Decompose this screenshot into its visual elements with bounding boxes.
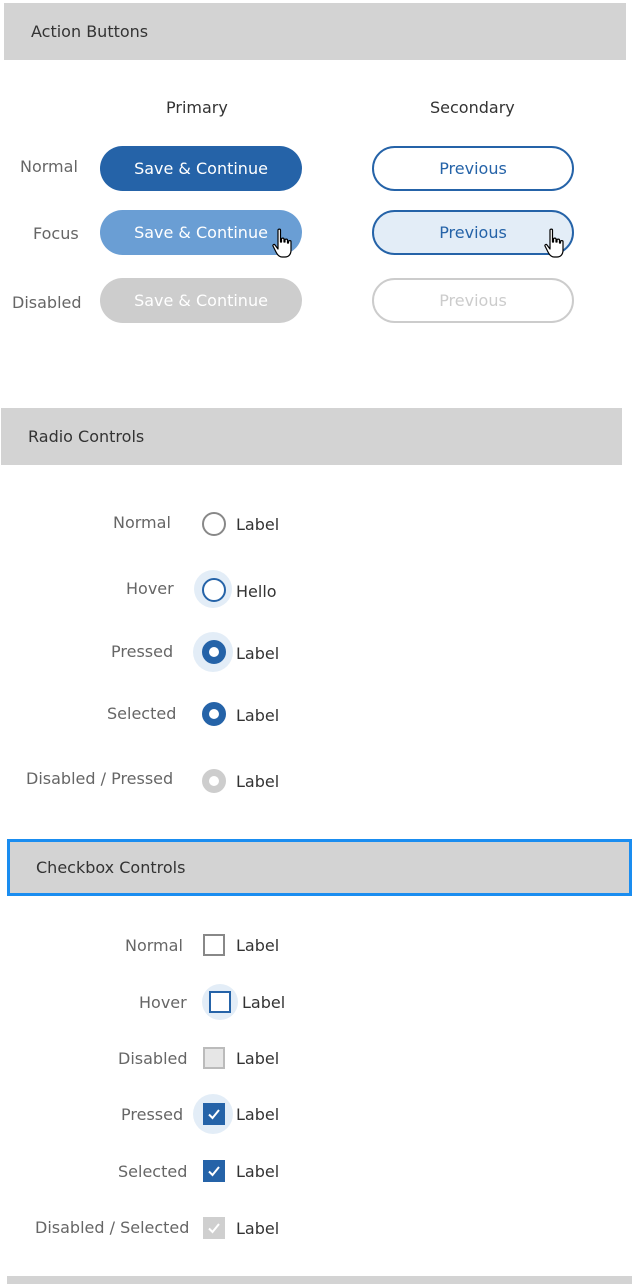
radio-label[interactable]: Label <box>236 706 279 725</box>
hand-pointer-icon <box>272 228 292 258</box>
radio-label[interactable]: Hello <box>236 582 277 601</box>
radio-button <box>202 769 226 793</box>
checkbox-state-label: Disabled <box>118 1049 188 1068</box>
checkbox-state-label: Normal <box>125 936 183 955</box>
section-header-action-buttons: Action Buttons <box>4 3 626 60</box>
checkbox <box>203 1217 225 1239</box>
checkbox-state-label: Disabled / Selected <box>35 1218 190 1237</box>
radio-state-label: Pressed <box>111 642 174 661</box>
checkmark-icon <box>208 1166 220 1177</box>
checkbox[interactable] <box>203 934 225 956</box>
section-title: Radio Controls <box>28 427 145 446</box>
save-continue-button-normal[interactable]: Save & Continue <box>100 146 302 191</box>
state-label-focus: Focus <box>33 224 79 243</box>
state-label-disabled: Disabled <box>12 293 82 312</box>
section-title: Action Buttons <box>31 22 149 41</box>
checkbox-label: Label <box>236 1219 280 1238</box>
column-header-primary: Primary <box>166 98 228 117</box>
checkbox-state-label: Hover <box>139 993 187 1012</box>
radio-button[interactable] <box>202 702 226 726</box>
checkbox-label: Label <box>236 1049 280 1068</box>
radio-state-label: Hover <box>126 579 174 598</box>
checkbox[interactable] <box>203 1103 225 1125</box>
radio-button[interactable] <box>202 578 226 602</box>
state-label-normal: Normal <box>20 157 78 176</box>
checkbox <box>203 1047 225 1069</box>
checkbox[interactable] <box>209 991 231 1013</box>
checkbox-label[interactable]: Label <box>236 1162 279 1181</box>
radio-state-label: Selected <box>107 704 177 723</box>
checkbox[interactable] <box>203 1160 225 1182</box>
section-header-checkbox-controls[interactable]: Checkbox Controls <box>7 839 632 896</box>
checkbox-label[interactable]: Label <box>236 1105 279 1124</box>
radio-state-label: Disabled / Pressed <box>26 769 174 788</box>
radio-label[interactable]: Label <box>236 515 279 534</box>
section-header-radio-controls: Radio Controls <box>1 408 622 465</box>
radio-state-label: Normal <box>113 513 171 532</box>
checkmark-icon <box>208 1109 220 1120</box>
previous-button-disabled: Previous <box>372 278 574 323</box>
radio-button[interactable] <box>202 640 226 664</box>
checkmark-icon <box>208 1223 220 1234</box>
checkbox-state-label: Selected <box>118 1162 188 1181</box>
previous-button-normal[interactable]: Previous <box>372 146 574 191</box>
save-continue-button-disabled: Save & Continue <box>100 278 302 323</box>
column-header-secondary: Secondary <box>430 98 515 117</box>
radio-button[interactable] <box>202 512 226 536</box>
radio-label[interactable]: Label <box>236 644 279 663</box>
hand-pointer-icon <box>544 228 564 258</box>
checkbox-label[interactable]: Label <box>242 993 285 1012</box>
next-section-header-edge <box>7 1276 632 1284</box>
section-title: Checkbox Controls <box>36 858 186 877</box>
checkbox-state-label: Pressed <box>121 1105 184 1124</box>
checkbox-label[interactable]: Label <box>236 936 279 955</box>
radio-label: Label <box>236 772 280 791</box>
